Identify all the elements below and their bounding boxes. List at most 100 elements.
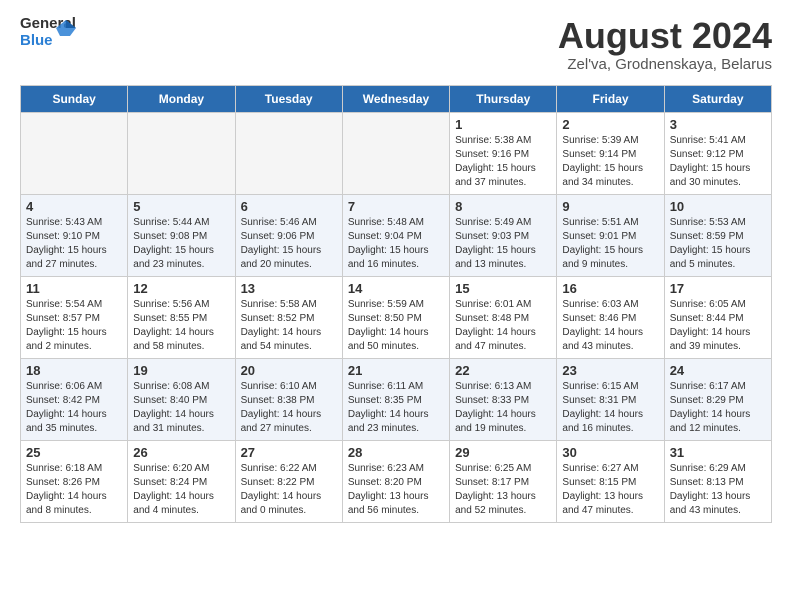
- day-number: 30: [562, 445, 658, 460]
- day-number: 17: [670, 281, 766, 296]
- logo: General Blue: [20, 16, 70, 56]
- day-number: 2: [562, 117, 658, 132]
- day-number: 9: [562, 199, 658, 214]
- day-number: 7: [348, 199, 444, 214]
- day-content: Sunrise: 6:03 AMSunset: 8:46 PMDaylight:…: [562, 298, 658, 354]
- day-number: 23: [562, 363, 658, 378]
- day-content: Sunrise: 6:01 AMSunset: 8:48 PMDaylight:…: [455, 298, 551, 354]
- day-content: Sunrise: 6:18 AMSunset: 8:26 PMDaylight:…: [26, 462, 122, 518]
- day-number: 22: [455, 363, 551, 378]
- day-content: Sunrise: 6:29 AMSunset: 8:13 PMDaylight:…: [670, 462, 766, 518]
- day-number: 6: [241, 199, 337, 214]
- day-number: 3: [670, 117, 766, 132]
- day-number: 12: [133, 281, 229, 296]
- calendar-day-cell: 28 Sunrise: 6:23 AMSunset: 8:20 PMDayligh…: [342, 440, 449, 522]
- day-number: 4: [26, 199, 122, 214]
- day-number: 11: [26, 281, 122, 296]
- day-content: Sunrise: 5:58 AMSunset: 8:52 PMDaylight:…: [241, 298, 337, 354]
- calendar-day-header: Sunday: [21, 85, 128, 112]
- calendar-day-header: Thursday: [450, 85, 557, 112]
- day-content: Sunrise: 6:23 AMSunset: 8:20 PMDaylight:…: [348, 462, 444, 518]
- day-number: 16: [562, 281, 658, 296]
- day-content: Sunrise: 6:08 AMSunset: 8:40 PMDaylight:…: [133, 380, 229, 436]
- day-content: Sunrise: 6:20 AMSunset: 8:24 PMDaylight:…: [133, 462, 229, 518]
- calendar-day-cell: 3 Sunrise: 5:41 AMSunset: 9:12 PMDaylight…: [664, 112, 771, 194]
- day-content: Sunrise: 6:05 AMSunset: 8:44 PMDaylight:…: [670, 298, 766, 354]
- calendar-day-cell: 11 Sunrise: 5:54 AMSunset: 8:57 PMDayligh…: [21, 276, 128, 358]
- day-number: 25: [26, 445, 122, 460]
- day-content: Sunrise: 5:43 AMSunset: 9:10 PMDaylight:…: [26, 216, 122, 272]
- calendar-day-cell: [235, 112, 342, 194]
- calendar-day-cell: 27 Sunrise: 6:22 AMSunset: 8:22 PMDayligh…: [235, 440, 342, 522]
- calendar-day-cell: 16 Sunrise: 6:03 AMSunset: 8:46 PMDayligh…: [557, 276, 664, 358]
- day-number: 13: [241, 281, 337, 296]
- day-number: 31: [670, 445, 766, 460]
- day-number: 28: [348, 445, 444, 460]
- location-subtitle: Zel'va, Grodnenskaya, Belarus: [558, 56, 772, 73]
- day-content: Sunrise: 5:51 AMSunset: 9:01 PMDaylight:…: [562, 216, 658, 272]
- calendar-day-header: Tuesday: [235, 85, 342, 112]
- day-content: Sunrise: 6:17 AMSunset: 8:29 PMDaylight:…: [670, 380, 766, 436]
- calendar-day-cell: 2 Sunrise: 5:39 AMSunset: 9:14 PMDaylight…: [557, 112, 664, 194]
- calendar-day-header: Saturday: [664, 85, 771, 112]
- day-content: Sunrise: 6:11 AMSunset: 8:35 PMDaylight:…: [348, 380, 444, 436]
- day-number: 20: [241, 363, 337, 378]
- calendar-day-cell: 30Sunrise: 6:27 AMSunset: 8:15 PMDayligh…: [557, 440, 664, 522]
- day-number: 27: [241, 445, 337, 460]
- day-content: Sunrise: 5:48 AMSunset: 9:04 PMDaylight:…: [348, 216, 444, 272]
- calendar-day-cell: 13 Sunrise: 5:58 AMSunset: 8:52 PMDayligh…: [235, 276, 342, 358]
- calendar-day-cell: 5Sunrise: 5:44 AMSunset: 9:08 PMDaylight…: [128, 194, 235, 276]
- calendar-day-cell: [342, 112, 449, 194]
- day-number: 18: [26, 363, 122, 378]
- day-content: Sunrise: 6:15 AMSunset: 8:31 PMDaylight:…: [562, 380, 658, 436]
- calendar-header-row: SundayMondayTuesdayWednesdayThursdayFrid…: [21, 85, 772, 112]
- day-content: Sunrise: 5:46 AMSunset: 9:06 PMDaylight:…: [241, 216, 337, 272]
- day-content: Sunrise: 5:41 AMSunset: 9:12 PMDaylight:…: [670, 134, 766, 190]
- day-number: 21: [348, 363, 444, 378]
- calendar-day-cell: 20Sunrise: 6:10 AMSunset: 8:38 PMDayligh…: [235, 358, 342, 440]
- calendar-day-cell: [21, 112, 128, 194]
- calendar-day-cell: 15 Sunrise: 6:01 AMSunset: 8:48 PMDayligh…: [450, 276, 557, 358]
- calendar-week-row: 18 Sunrise: 6:06 AMSunset: 8:42 PMDayligh…: [21, 358, 772, 440]
- day-number: 19: [133, 363, 229, 378]
- calendar-week-row: 4 Sunrise: 5:43 AMSunset: 9:10 PMDaylight…: [21, 194, 772, 276]
- calendar-table: SundayMondayTuesdayWednesdayThursdayFrid…: [20, 85, 772, 523]
- calendar-day-cell: 26 Sunrise: 6:20 AMSunset: 8:24 PMDayligh…: [128, 440, 235, 522]
- day-number: 29: [455, 445, 551, 460]
- day-number: 10: [670, 199, 766, 214]
- calendar-day-cell: 14Sunrise: 5:59 AMSunset: 8:50 PMDayligh…: [342, 276, 449, 358]
- day-content: Sunrise: 5:49 AMSunset: 9:03 PMDaylight:…: [455, 216, 551, 272]
- day-number: 8: [455, 199, 551, 214]
- calendar-day-header: Friday: [557, 85, 664, 112]
- calendar-week-row: 25 Sunrise: 6:18 AMSunset: 8:26 PMDayligh…: [21, 440, 772, 522]
- day-content: Sunrise: 6:06 AMSunset: 8:42 PMDaylight:…: [26, 380, 122, 436]
- month-title: August 2024: [558, 16, 772, 56]
- calendar-day-cell: 7 Sunrise: 5:48 AMSunset: 9:04 PMDaylight…: [342, 194, 449, 276]
- day-number: 15: [455, 281, 551, 296]
- calendar-day-cell: 10Sunrise: 5:53 AMSunset: 8:59 PMDayligh…: [664, 194, 771, 276]
- day-content: Sunrise: 5:59 AMSunset: 8:50 PMDaylight:…: [348, 298, 444, 354]
- day-content: Sunrise: 6:25 AMSunset: 8:17 PMDaylight:…: [455, 462, 551, 518]
- day-content: Sunrise: 6:22 AMSunset: 8:22 PMDaylight:…: [241, 462, 337, 518]
- day-content: Sunrise: 5:54 AMSunset: 8:57 PMDaylight:…: [26, 298, 122, 354]
- calendar-day-cell: 29 Sunrise: 6:25 AMSunset: 8:17 PMDayligh…: [450, 440, 557, 522]
- calendar-day-cell: [128, 112, 235, 194]
- day-number: 26: [133, 445, 229, 460]
- calendar-day-cell: 17 Sunrise: 6:05 AMSunset: 8:44 PMDayligh…: [664, 276, 771, 358]
- day-number: 1: [455, 117, 551, 132]
- calendar-day-header: Monday: [128, 85, 235, 112]
- calendar-day-cell: 21 Sunrise: 6:11 AMSunset: 8:35 PMDayligh…: [342, 358, 449, 440]
- day-content: Sunrise: 5:39 AMSunset: 9:14 PMDaylight:…: [562, 134, 658, 190]
- page-header: General Blue August 2024 Zel'va, Grodnen…: [20, 16, 772, 73]
- day-content: Sunrise: 5:38 AMSunset: 9:16 PMDaylight:…: [455, 134, 551, 190]
- calendar-week-row: 11 Sunrise: 5:54 AMSunset: 8:57 PMDayligh…: [21, 276, 772, 358]
- calendar-week-row: 1 Sunrise: 5:38 AMSunset: 9:16 PMDaylight…: [21, 112, 772, 194]
- day-content: Sunrise: 6:13 AMSunset: 8:33 PMDaylight:…: [455, 380, 551, 436]
- calendar-day-cell: 24Sunrise: 6:17 AMSunset: 8:29 PMDayligh…: [664, 358, 771, 440]
- calendar-day-cell: 19 Sunrise: 6:08 AMSunset: 8:40 PMDayligh…: [128, 358, 235, 440]
- calendar-day-cell: 12Sunrise: 5:56 AMSunset: 8:55 PMDayligh…: [128, 276, 235, 358]
- calendar-day-cell: 25 Sunrise: 6:18 AMSunset: 8:26 PMDayligh…: [21, 440, 128, 522]
- calendar-day-cell: 6 Sunrise: 5:46 AMSunset: 9:06 PMDaylight…: [235, 194, 342, 276]
- calendar-day-cell: 4 Sunrise: 5:43 AMSunset: 9:10 PMDaylight…: [21, 194, 128, 276]
- calendar-day-cell: 9 Sunrise: 5:51 AMSunset: 9:01 PMDaylight…: [557, 194, 664, 276]
